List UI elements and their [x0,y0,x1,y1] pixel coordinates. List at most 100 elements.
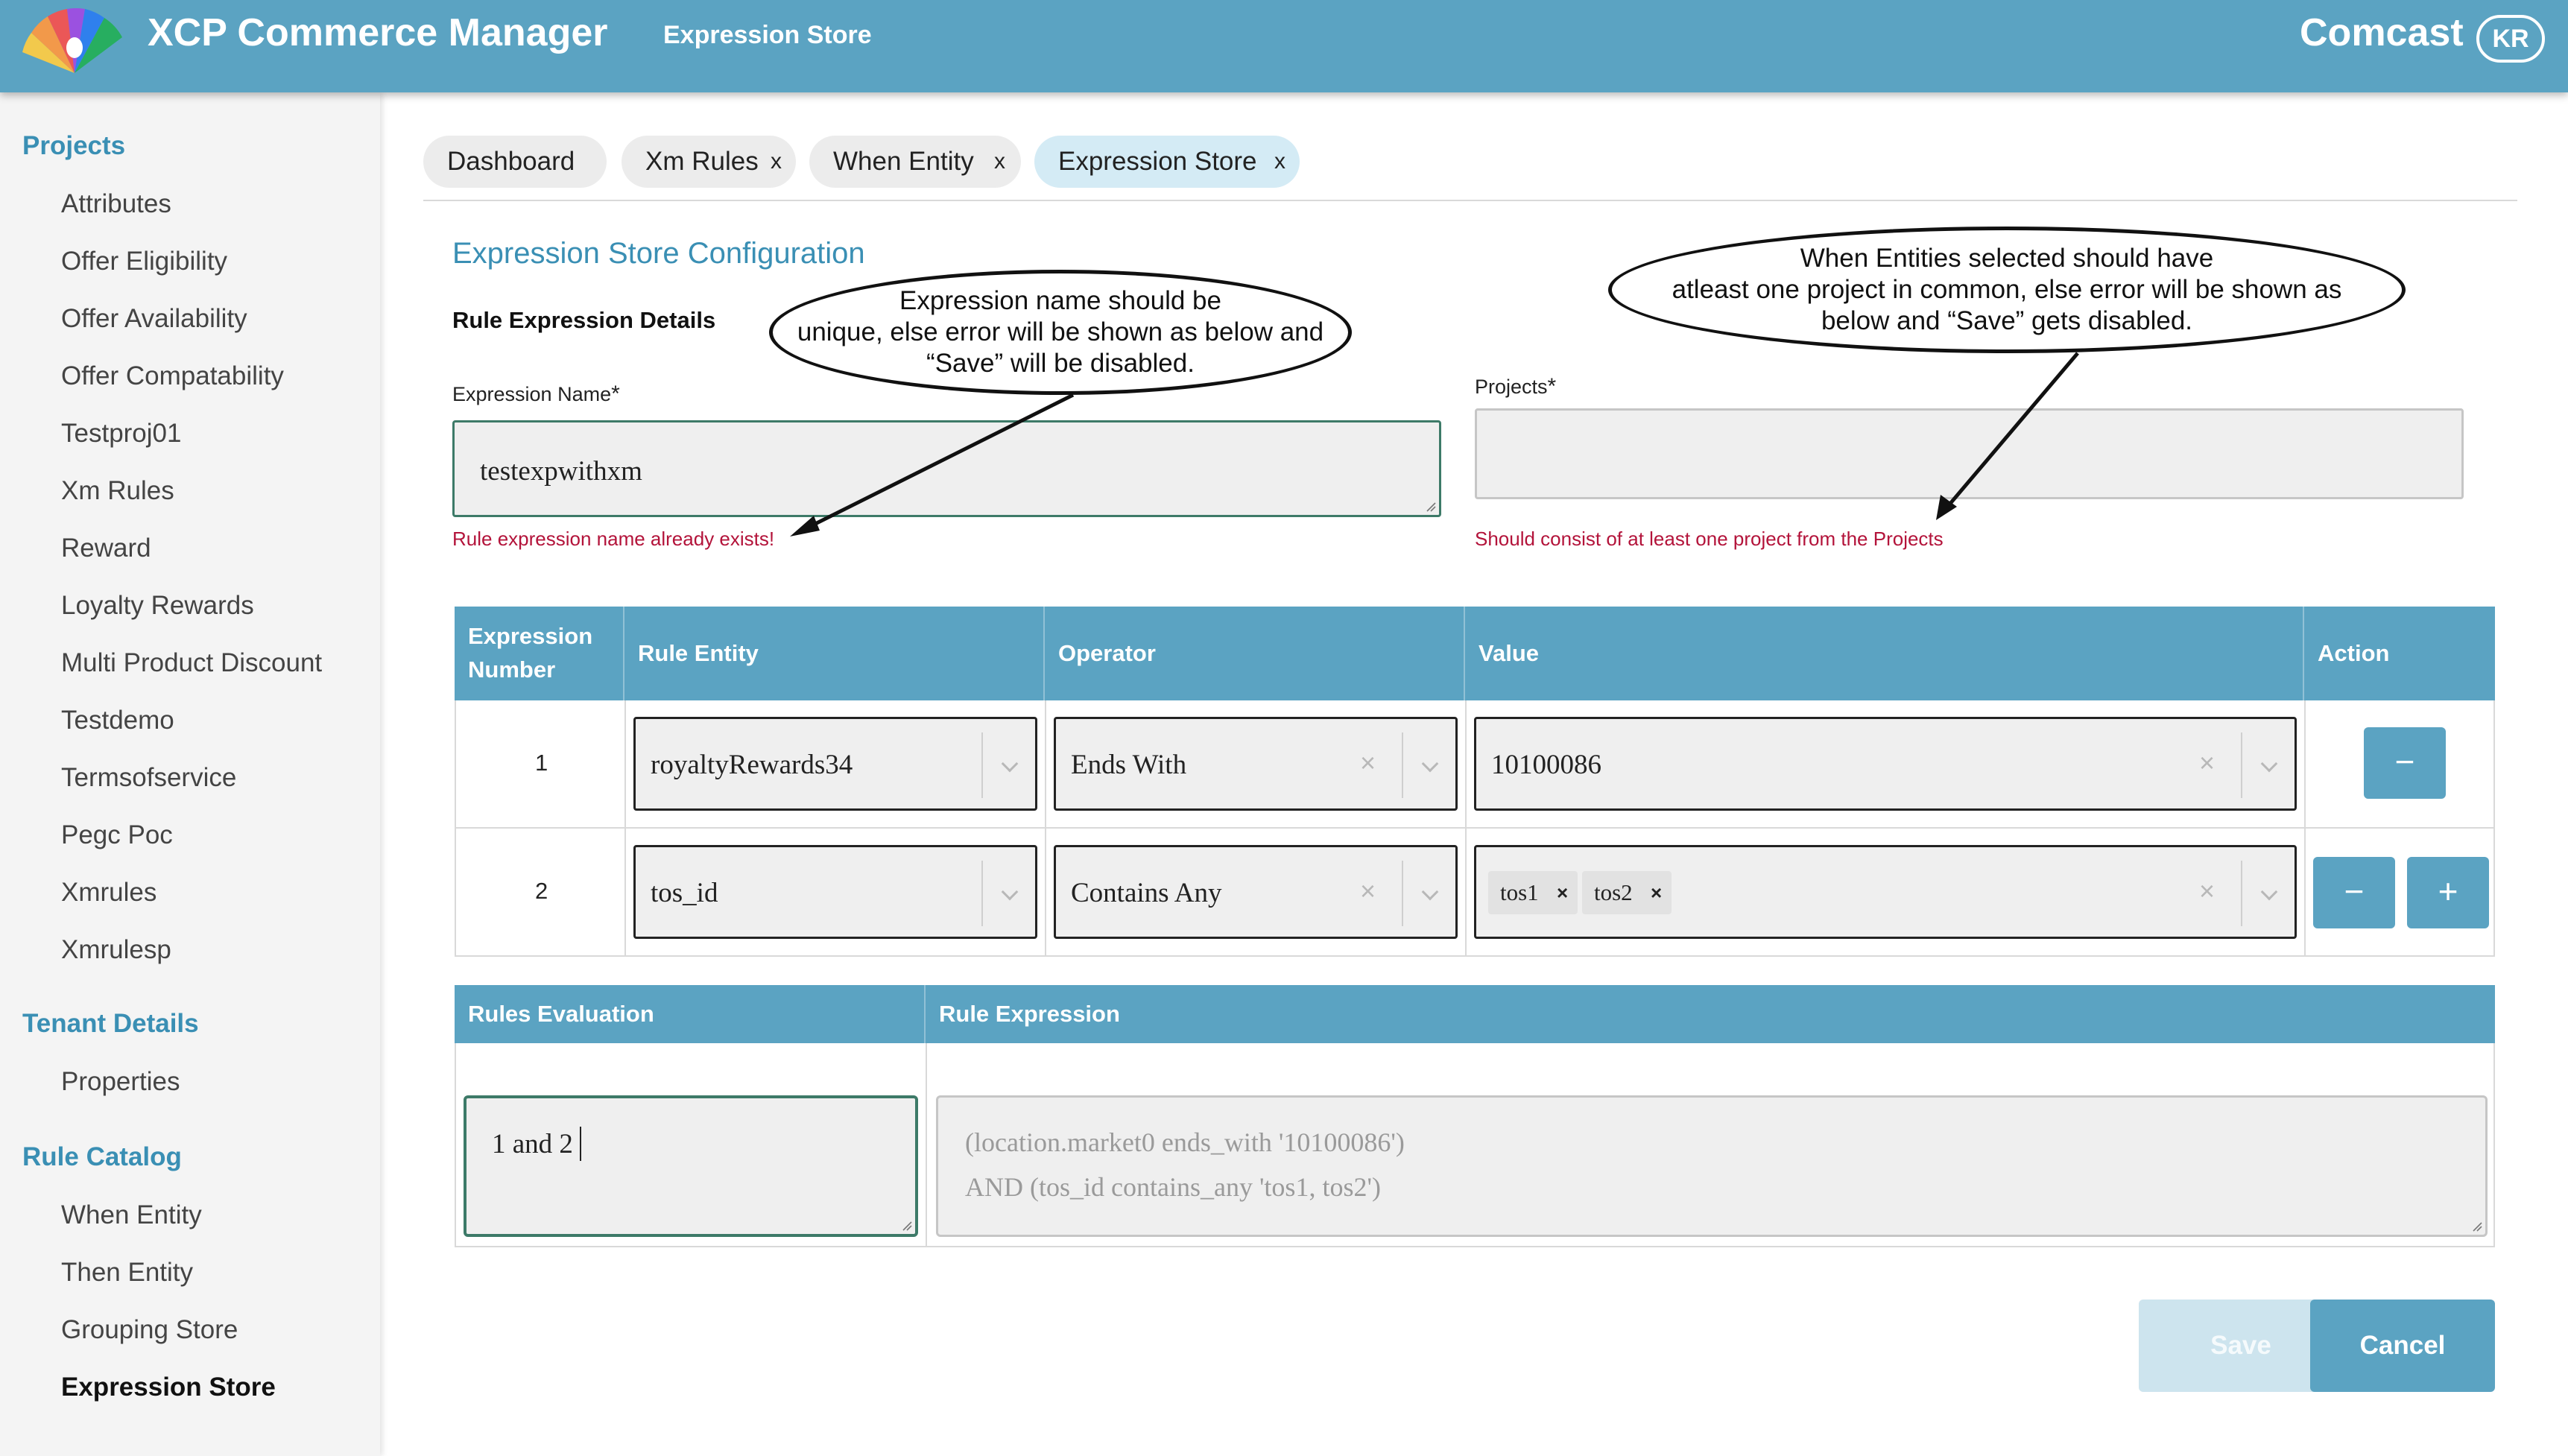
arrow-head [790,516,820,536]
value-multiselect[interactable]: tos1 × tos2 × × [1474,845,2297,939]
rule-entity-value: tos_id [651,878,718,908]
tab-expression-store[interactable]: Expression Store x [1034,136,1300,188]
chevron-down-icon[interactable] [1001,755,1019,773]
rules-evaluation-value: 1 and 2 [492,1129,573,1159]
sidebar-item-when-entity[interactable]: When Entity [61,1200,202,1230]
sidebar-item-grouping-store[interactable]: Grouping Store [61,1315,238,1345]
col-rule-expression: Rule Expression [939,1001,1120,1027]
column-divider [624,700,626,827]
table-row: 1 royaltyRewards34 Ends With × 10100086 … [455,700,2495,829]
sidebar-item-loyalty-rewards[interactable]: Loyalty Rewards [61,591,254,621]
user-avatar[interactable]: KR [2476,15,2545,63]
expression-name-label: Expression Name* [452,382,620,407]
rule-entity-select[interactable]: tos_id [633,845,1037,939]
top-header-bar: XCP Commerce Manager Expression Store Co… [0,0,2568,92]
projects-select[interactable] [1475,408,2464,499]
value-chip: tos1 × [1488,871,1578,914]
rule-entity-select[interactable]: royaltyRewards34 [633,717,1037,811]
operator-value: Ends With [1071,750,1187,780]
value-select[interactable]: 10100086 × [1474,717,2297,811]
sidebar-item-multi-product-discount[interactable]: Multi Product Discount [61,648,322,678]
sidebar-item-offer-eligibility[interactable]: Offer Eligibility [61,247,227,276]
column-divider [2304,700,2306,827]
header-section-title: Expression Store [663,21,872,49]
chevron-down-icon[interactable] [1001,883,1019,901]
sidebar-heading-rule-catalog[interactable]: Rule Catalog [22,1142,182,1172]
sidebar-item-testdemo[interactable]: Testdemo [61,706,174,735]
tab-close-icon[interactable]: x [994,136,1005,188]
sidebar-item-expression-store[interactable]: Expression Store [61,1373,276,1402]
clear-icon[interactable]: × [1360,876,1376,907]
remove-expression-button[interactable]: − [2313,857,2395,928]
sidebar-item-reward[interactable]: Reward [61,534,151,563]
chevron-down-icon[interactable] [2260,883,2278,901]
column-divider [1045,700,1046,827]
callout-line: below and “Save” gets disabled. [1821,306,2193,335]
sidebar-item-xmrules[interactable]: Xmrules [61,878,156,908]
sidebar-item-offer-availability[interactable]: Offer Availability [61,304,247,334]
tab-label: Xm Rules [645,147,759,176]
resize-handle-icon[interactable] [1426,501,1436,512]
column-divider [1465,700,1467,827]
column-divider [926,1043,927,1246]
column-divider [1045,829,1046,955]
rules-evaluation-input[interactable]: 1 and 2 [464,1095,918,1237]
sidebar-item-properties[interactable]: Properties [61,1067,180,1097]
sidebar-item-offer-compatability[interactable]: Offer Compatability [61,361,284,391]
col-expression-number: Expression Number [455,607,624,700]
callout-line: “Save” will be disabled. [926,349,1195,378]
brand-name: Comcast [2300,11,2464,54]
chip-label: tos1 [1500,879,1539,905]
tab-dashboard[interactable]: Dashboard [423,136,607,188]
clear-icon[interactable]: × [2199,747,2215,779]
sidebar-item-then-entity[interactable]: Then Entity [61,1258,193,1288]
select-separator [2241,861,2242,926]
chip-remove-icon[interactable]: × [1651,871,1662,914]
select-separator [981,861,983,926]
chevron-down-icon[interactable] [1421,755,1439,773]
expression-name-label-text: Expression Name [452,383,612,405]
sidebar-item-attributes[interactable]: Attributes [61,189,171,219]
cancel-button[interactable]: Cancel [2310,1300,2495,1392]
add-expression-button[interactable]: + [2407,857,2489,928]
operator-select[interactable]: Contains Any × [1054,845,1458,939]
sidebar-item-xm-rules[interactable]: Xm Rules [61,476,174,506]
resize-handle-icon[interactable] [902,1221,912,1231]
select-separator [981,732,983,798]
tabs-divider [423,200,2517,201]
peacock-logo-icon [22,7,122,73]
sidebar-heading-projects[interactable]: Projects [22,131,125,161]
sidebar-item-xmrulesp[interactable]: Xmrulesp [61,935,171,965]
sidebar-item-termsofservice[interactable]: Termsofservice [61,763,236,793]
callout-projects-note: When Entities selected should have atlea… [1608,227,2406,353]
callout-line: Expression name should be [899,286,1221,315]
tab-label: Dashboard [447,147,575,176]
tab-close-icon[interactable]: x [771,136,782,188]
sidebar-item-testproj01[interactable]: Testproj01 [61,419,181,449]
clear-icon[interactable]: × [1360,747,1376,779]
section-subheading: Rule Expression Details [452,307,716,333]
column-divider [2304,829,2306,955]
chevron-down-icon[interactable] [1421,883,1439,901]
expression-name-input[interactable]: testexpwithxm [452,420,1441,517]
select-separator [1402,732,1403,798]
operator-select[interactable]: Ends With × [1054,717,1458,811]
tab-xm-rules[interactable]: Xm Rules x [622,136,796,188]
expression-table-header: Expression Number Rule Entity Operator Va… [455,607,2495,700]
resize-handle-icon[interactable] [2472,1221,2482,1232]
rule-expression-line: AND (tos_id contains_any 'tos1, tos2') [965,1172,1381,1202]
required-asterisk: * [611,382,620,406]
expression-number: 1 [535,750,548,776]
remove-expression-button[interactable]: − [2364,727,2446,799]
clear-icon[interactable]: × [2199,876,2215,907]
expression-name-value: testexpwithxm [480,456,642,487]
rule-entity-value: royaltyRewards34 [651,750,853,780]
callout-line: When Entities selected should have [1800,244,2214,273]
sidebar-heading-tenant-details[interactable]: Tenant Details [22,1009,199,1039]
chevron-down-icon[interactable] [2260,755,2278,773]
tab-when-entity[interactable]: When Entity x [809,136,1021,188]
callout-line: unique, else error will be shown as belo… [797,317,1324,346]
chip-remove-icon[interactable]: × [1557,871,1568,914]
sidebar-item-pegc-poc[interactable]: Pegc Poc [61,820,173,850]
tab-close-icon[interactable]: x [1274,136,1285,188]
